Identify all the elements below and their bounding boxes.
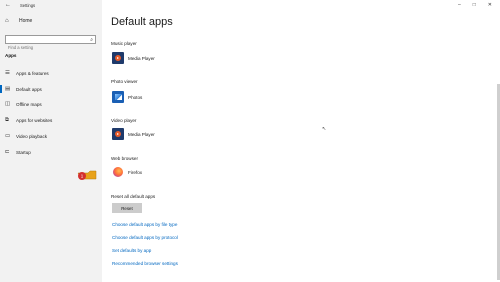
- close-icon[interactable]: ✕: [488, 2, 492, 8]
- home-icon: ⌂: [5, 18, 9, 24]
- link-set-defaults-by-app[interactable]: Set defaults by app: [112, 248, 151, 253]
- search-input[interactable]: [6, 44, 84, 51]
- list-icon: ☰: [5, 70, 10, 76]
- minimize-icon[interactable]: –: [458, 2, 461, 8]
- web-browser-app-name: Firefox: [128, 169, 143, 175]
- sidebar-item-offline-maps[interactable]: ◫ Offline maps: [0, 99, 102, 109]
- pointing-hand-icon: 1: [77, 170, 97, 180]
- sidebar-item-apps-for-websites[interactable]: ⧉ Apps for websites: [0, 115, 102, 125]
- section-title: Apps: [5, 53, 17, 58]
- video-player-label: Video player: [111, 118, 137, 123]
- link-window-icon: ⧉: [5, 116, 9, 123]
- photos-icon: [112, 91, 124, 103]
- video-player-selector[interactable]: Media Player: [112, 128, 155, 140]
- search-icon[interactable]: ⌕: [90, 37, 93, 43]
- reset-button[interactable]: Reset: [112, 203, 142, 213]
- photo-viewer-label: Photo viewer: [111, 79, 138, 84]
- page-title: Default apps: [111, 16, 173, 28]
- video-player-app-name: Media Player: [128, 131, 155, 137]
- sidebar-item-label: Apps & features: [16, 70, 49, 76]
- window-controls: – □ ✕: [458, 2, 492, 8]
- sidebar-item-label: Startup: [16, 149, 31, 155]
- sidebar-item-apps-features[interactable]: ☰ Apps & features: [0, 68, 102, 78]
- map-icon: ◫: [5, 101, 11, 107]
- sidebar-item-startup[interactable]: ⊏ Startup: [0, 147, 102, 157]
- web-browser-selector[interactable]: Firefox: [112, 166, 142, 178]
- title-bar: ← Settings: [0, 0, 102, 11]
- sidebar-item-video-playback[interactable]: ▭ Video playback: [0, 131, 102, 141]
- home-nav[interactable]: ⌂ Home: [5, 18, 32, 24]
- web-browser-label: Web browser: [111, 156, 138, 161]
- link-by-file-type[interactable]: Choose default apps by file type: [112, 222, 177, 227]
- sidebar-item-default-apps[interactable]: ▤ Default apps: [0, 84, 102, 94]
- sidebar-item-label: Apps for websites: [16, 117, 53, 123]
- main-content: – □ ✕ Default apps Music player Media Pl…: [77, 0, 500, 282]
- startup-icon: ⊏: [5, 149, 10, 155]
- cursor-icon: ↖: [322, 126, 327, 132]
- video-icon: ▭: [5, 133, 11, 139]
- sidebar: ← Settings ⌂ Home ⌕ Apps ☰ Apps & featur…: [0, 0, 102, 282]
- link-by-protocol[interactable]: Choose default apps by protocol: [112, 235, 178, 240]
- media-player-icon: [112, 52, 124, 64]
- window-title: Settings: [20, 3, 36, 8]
- search-box[interactable]: ⌕: [5, 35, 96, 51]
- sidebar-item-label: Video playback: [16, 133, 48, 139]
- maximize-icon[interactable]: □: [473, 2, 476, 8]
- music-player-selector[interactable]: Media Player: [112, 52, 155, 64]
- default-apps-icon: ▤: [5, 86, 11, 92]
- sidebar-item-label: Offline maps: [16, 101, 42, 107]
- media-player-icon: [112, 128, 124, 140]
- firefox-icon: [112, 166, 124, 178]
- reset-label: Reset all default apps: [111, 194, 156, 199]
- photo-viewer-app-name: Photos: [128, 94, 143, 100]
- link-recommended-browser-settings[interactable]: Recommended browser settings: [112, 261, 178, 266]
- music-player-label: Music player: [111, 41, 137, 46]
- photo-viewer-selector[interactable]: Photos: [112, 91, 142, 103]
- music-player-app-name: Media Player: [128, 55, 155, 61]
- sidebar-item-label: Default apps: [16, 86, 42, 92]
- back-arrow-icon[interactable]: ←: [5, 2, 11, 8]
- home-label: Home: [19, 18, 33, 24]
